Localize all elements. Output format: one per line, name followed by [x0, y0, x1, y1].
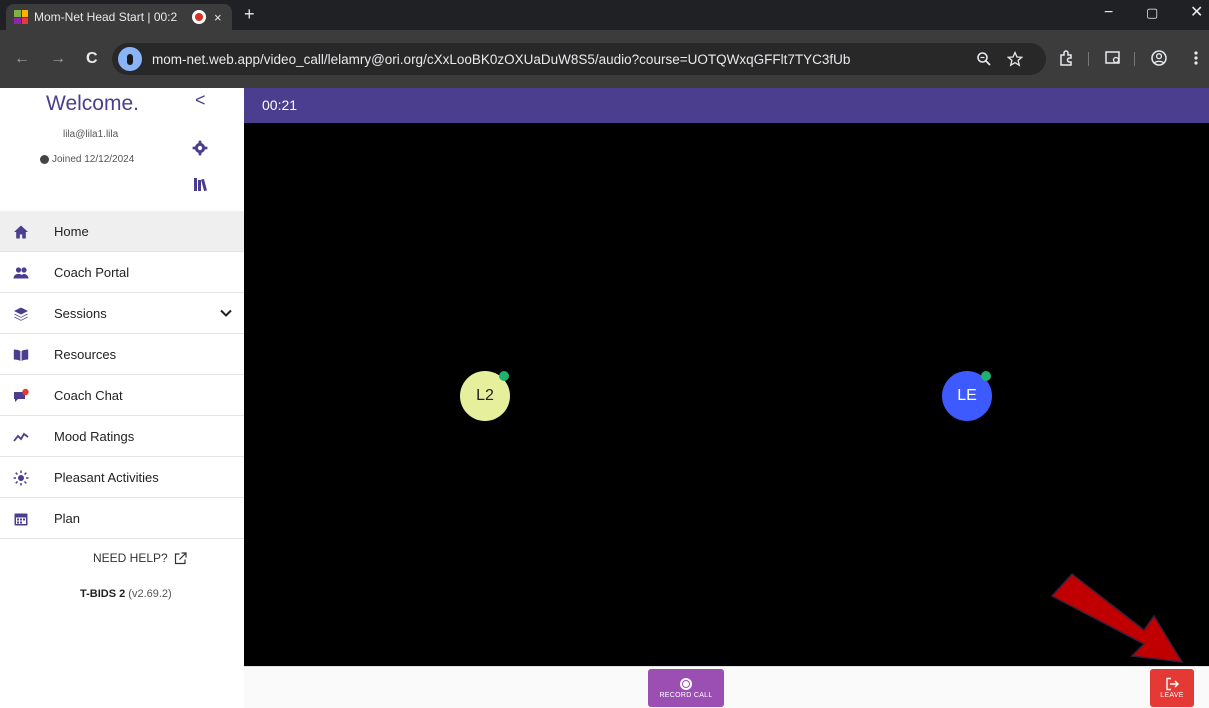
need-help-label: NEED HELP? — [93, 551, 168, 565]
annotation-arrow-icon — [1050, 572, 1184, 663]
address-bar[interactable]: mom-net.web.app/video_call/lelamry@ori.o… — [112, 43, 1046, 75]
participant-initials: L2 — [476, 387, 494, 404]
chart-line-icon — [13, 432, 29, 442]
online-status-dot — [499, 371, 509, 381]
participant-initials: LE — [957, 387, 977, 404]
calendar-icon — [14, 513, 28, 526]
back-button[interactable]: ← — [14, 50, 30, 68]
sidebar-item-label: Mood Ratings — [54, 428, 135, 444]
sidebar-item-sessions[interactable]: Sessions — [0, 293, 244, 334]
home-icon — [14, 225, 28, 239]
close-window-button[interactable]: ✕ — [1190, 4, 1203, 22]
welcome-heading: Welcome. — [46, 92, 139, 115]
call-timer: 00:21 — [262, 97, 298, 113]
sidebar-item-label: Coach Portal — [54, 264, 130, 280]
layers-icon — [14, 307, 28, 321]
browser-toolbar: ← → C mom-net.web.app/video_call/lelamry… — [0, 30, 1209, 88]
call-controls: RECORD CALL LEAVE — [244, 666, 1209, 708]
sidebar-item-pleasant-activities[interactable]: Pleasant Activities — [0, 457, 244, 498]
library-books-icon[interactable] — [193, 176, 209, 192]
toolbar-separator — [1134, 52, 1135, 66]
gear-icon[interactable] — [192, 140, 208, 156]
profile-avatar-icon[interactable] — [1150, 49, 1168, 67]
sidebar-item-label: Coach Chat — [54, 387, 123, 403]
reload-button[interactable]: C — [86, 50, 98, 68]
sidebar: Welcome. < lila@lila1.lila Joined 12/12/… — [0, 88, 244, 708]
extensions-puzzle-icon[interactable] — [1058, 49, 1076, 67]
sidebar-item-label: Sessions — [54, 305, 107, 321]
users-icon — [13, 267, 29, 279]
tab-close-button[interactable]: × — [214, 10, 222, 25]
sidebar-item-resources[interactable]: Resources — [0, 334, 244, 375]
chevron-down-icon[interactable] — [219, 306, 233, 320]
book-icon — [13, 349, 29, 361]
browser-menu-icon[interactable] — [1192, 49, 1200, 67]
microphone-in-use-icon[interactable] — [118, 47, 142, 71]
leave-label: LEAVE — [1160, 692, 1184, 699]
sidebar-item-label: Home — [54, 223, 89, 239]
new-tab-button[interactable]: + — [244, 4, 255, 24]
sidebar-item-label: Pleasant Activities — [54, 469, 159, 485]
clock-icon — [40, 155, 49, 164]
call-header: 00:21 — [244, 88, 1209, 123]
sun-icon — [13, 470, 29, 486]
bookmark-star-icon[interactable] — [1007, 51, 1023, 67]
sidebar-item-plan[interactable]: Plan — [0, 498, 244, 539]
collapse-sidebar-button[interactable]: < — [195, 90, 206, 111]
joined-date: Joined 12/12/2024 — [40, 154, 134, 165]
user-email: lila@lila1.lila — [63, 129, 119, 140]
restore-button[interactable]: ▢ — [1146, 4, 1158, 22]
reading-mode-icon[interactable] — [1104, 49, 1122, 67]
browser-tab[interactable]: Mom-Net Head Start | 00:2 × — [6, 4, 232, 30]
sidebar-nav: Home Coach Portal Sessions Resources Coa… — [0, 211, 244, 539]
version-name: T-BIDS 2 — [80, 588, 126, 600]
need-help-link[interactable]: NEED HELP? — [93, 551, 187, 565]
online-status-dot — [981, 371, 991, 381]
tab-title: Mom-Net Head Start | 00:2 — [34, 10, 178, 24]
zoom-icon[interactable] — [976, 51, 992, 67]
external-link-icon — [174, 551, 187, 564]
recording-indicator-icon — [192, 10, 206, 24]
sidebar-item-label: Plan — [54, 510, 81, 526]
joined-text: Joined 12/12/2024 — [52, 154, 135, 165]
sidebar-item-mood-ratings[interactable]: Mood Ratings — [0, 416, 244, 457]
version-number: (v2.69.2) — [128, 588, 172, 600]
url-text[interactable]: mom-net.web.app/video_call/lelamry@ori.o… — [152, 52, 972, 67]
minimize-button[interactable]: − — [1104, 4, 1113, 22]
site-favicon-icon — [14, 10, 28, 24]
leave-call-button[interactable]: LEAVE — [1150, 669, 1194, 707]
record-call-label: RECORD CALL — [659, 691, 713, 699]
toolbar-separator — [1088, 52, 1089, 66]
record-icon — [680, 677, 692, 690]
chat-icon — [14, 388, 29, 402]
sidebar-item-label: Resources — [54, 346, 117, 362]
record-call-button[interactable]: RECORD CALL — [648, 669, 724, 707]
participant-avatar: LE — [942, 371, 992, 421]
exit-icon — [1166, 677, 1179, 691]
sidebar-item-home[interactable]: Home — [0, 211, 244, 252]
forward-button[interactable]: → — [50, 50, 66, 68]
sidebar-item-coach-portal[interactable]: Coach Portal — [0, 252, 244, 293]
participant-avatar: L2 — [460, 371, 510, 421]
app-version: T-BIDS 2 (v2.69.2) — [80, 588, 172, 600]
browser-tab-bar: Mom-Net Head Start | 00:2 × + − ▢ ✕ — [0, 0, 1209, 30]
sidebar-item-coach-chat[interactable]: Coach Chat — [0, 375, 244, 416]
